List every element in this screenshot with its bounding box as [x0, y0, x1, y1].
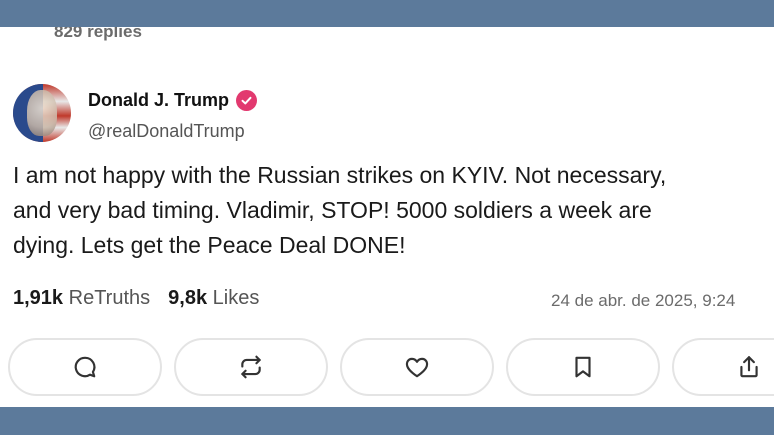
avatar[interactable] — [13, 84, 71, 142]
avatar-face — [27, 90, 57, 136]
retruths-stat[interactable]: 1,91k ReTruths — [13, 287, 150, 310]
like-button[interactable] — [340, 338, 494, 396]
bookmark-button[interactable] — [506, 338, 660, 396]
reply-button[interactable] — [8, 338, 162, 396]
likes-stat[interactable]: 9,8k Likes — [168, 287, 259, 310]
likes-count: 9,8k — [168, 287, 208, 309]
likes-label: Likes — [212, 287, 260, 309]
retruth-button[interactable] — [174, 338, 328, 396]
heart-icon — [405, 357, 429, 378]
post-stats: 1,91k ReTruths 9,8k Likes — [13, 287, 259, 310]
post-card: 829 replies Donald J. Trump @realDonaldT… — [0, 27, 774, 407]
retruths-label: ReTruths — [68, 287, 151, 309]
author-row: Donald J. Trump — [88, 90, 258, 111]
author-name[interactable]: Donald J. Trump — [88, 90, 229, 111]
share-icon — [740, 356, 758, 378]
author-handle[interactable]: @realDonaldTrump — [88, 121, 245, 142]
share-button[interactable] — [672, 338, 774, 396]
post-timestamp: 24 de abr. de 2025, 9:24 — [551, 291, 736, 310]
reply-icon — [74, 356, 96, 378]
replies-count[interactable]: 829 replies — [54, 27, 142, 42]
bookmark-icon — [575, 356, 591, 378]
verified-icon — [236, 90, 258, 111]
retruths-count: 1,91k — [13, 287, 64, 309]
post-text: I am not happy with the Russian strikes … — [13, 162, 667, 258]
retruth-icon — [241, 355, 261, 379]
action-bar — [8, 338, 774, 396]
